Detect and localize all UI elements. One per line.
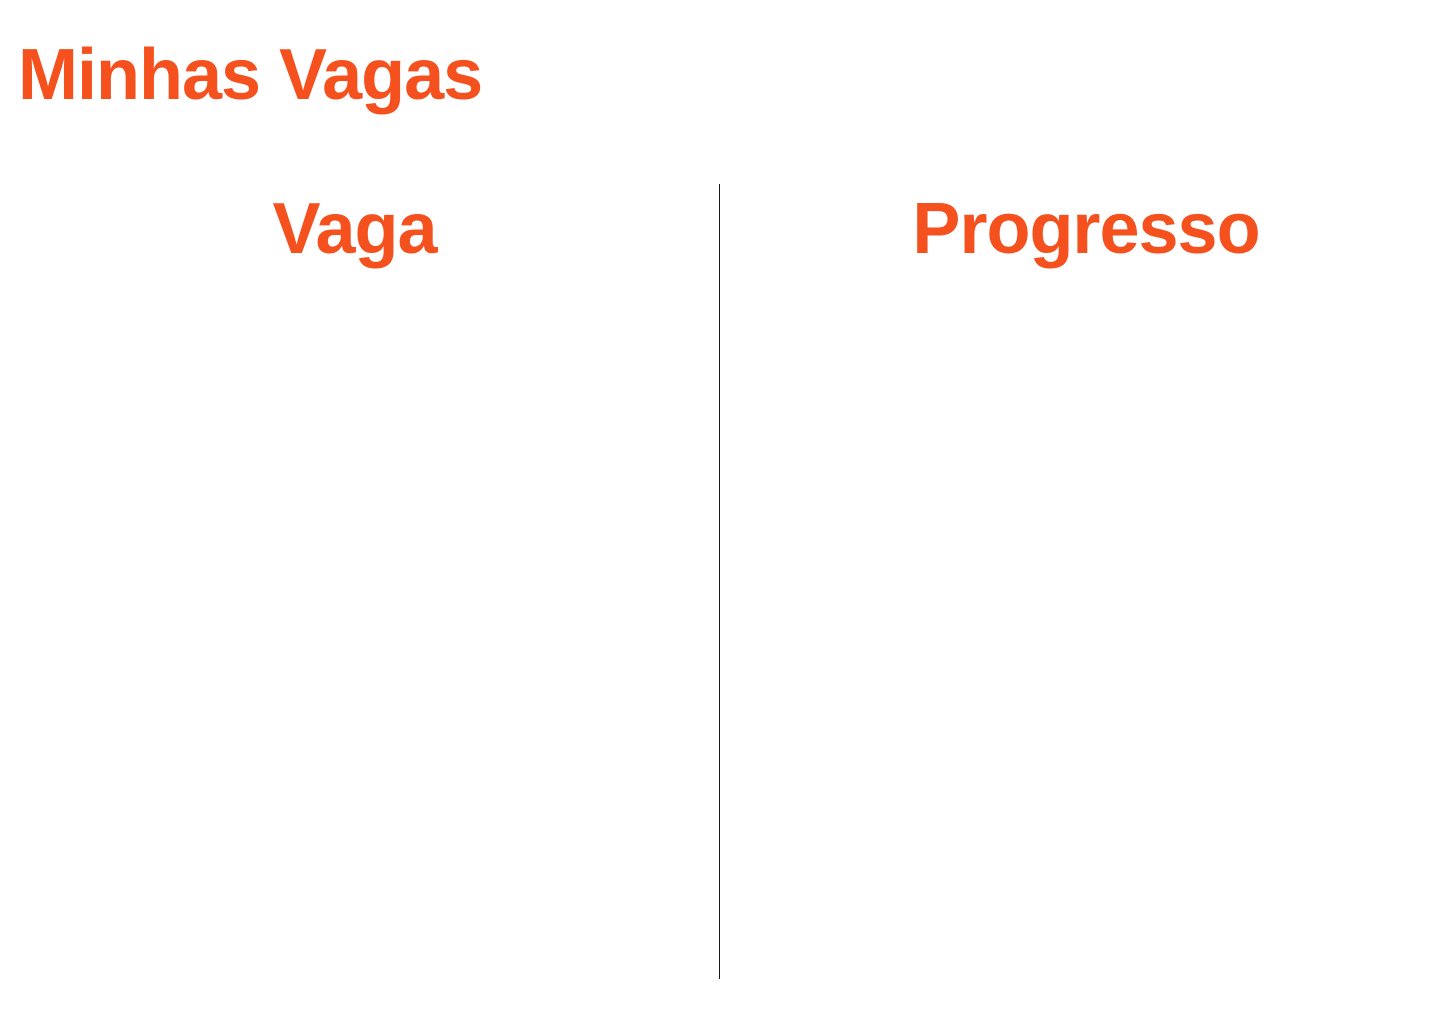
column-header-progresso: Progresso — [912, 189, 1260, 269]
page-title: Minhas Vagas — [18, 35, 483, 115]
column-header-vaga: Vaga — [272, 189, 437, 269]
column-divider — [719, 184, 720, 979]
